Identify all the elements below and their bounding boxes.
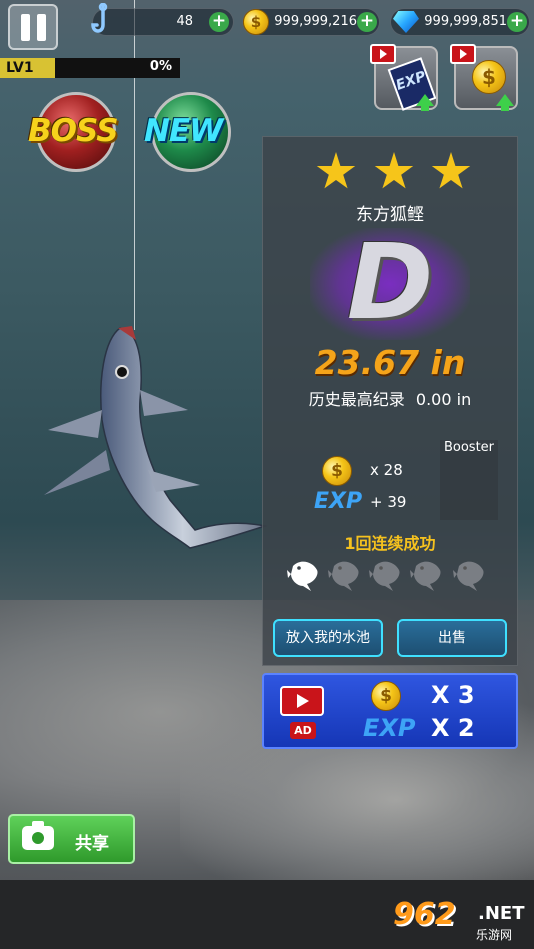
level-progress-bar: LV1 0% bbox=[0, 58, 180, 78]
coin-reward-value: x 28 bbox=[370, 461, 403, 479]
grade-letter: D bbox=[346, 221, 434, 343]
video-ad-icon bbox=[450, 44, 476, 64]
combo-streak-text: 1回连续成功 bbox=[344, 534, 436, 553]
gem-counter: 999,999,851 + bbox=[390, 8, 530, 36]
sell-button[interactable]: 出售 bbox=[397, 619, 507, 657]
record-line: 历史最高纪录 0.00 in bbox=[262, 386, 518, 410]
pause-button[interactable] bbox=[8, 4, 58, 50]
combo-fish-empty-icon bbox=[369, 561, 400, 591]
record-value: 0.00 in bbox=[415, 390, 472, 409]
ad-tag: AD bbox=[290, 722, 316, 739]
camera-icon bbox=[22, 821, 54, 850]
fishing-line bbox=[134, 0, 135, 330]
fishhook-icon bbox=[91, 3, 108, 33]
fish-size: 23.67 in bbox=[314, 343, 466, 382]
release-to-pond-button[interactable]: 放入我的水池 bbox=[273, 619, 383, 657]
booster-label: Booster bbox=[443, 440, 495, 455]
coin-reward-icon: $ bbox=[322, 456, 352, 486]
new-label: NEW bbox=[144, 113, 223, 149]
grade-display: D bbox=[262, 222, 518, 342]
combo-fish-success-icon bbox=[287, 561, 318, 591]
watermark-logo: 962 bbox=[393, 897, 456, 932]
combo-fish-empty-icon bbox=[453, 561, 484, 591]
exp-label: EXP bbox=[363, 714, 416, 742]
caught-fish-image bbox=[44, 326, 268, 549]
add-hooks-button[interactable]: + bbox=[209, 12, 229, 32]
coin-icon: $ bbox=[243, 9, 269, 35]
video-ad-icon bbox=[280, 686, 324, 716]
combo-fish-empty-icon bbox=[410, 561, 441, 591]
hooks-value: 48 bbox=[176, 14, 193, 29]
watermark-subtitle: 乐游网 bbox=[476, 928, 513, 942]
watermark-net: .NET bbox=[478, 903, 525, 924]
exp-reward-value: + 39 bbox=[370, 493, 407, 511]
add-gems-button[interactable]: + bbox=[507, 12, 527, 32]
video-ad-icon bbox=[370, 44, 396, 64]
up-arrow-icon bbox=[416, 94, 434, 111]
gem-icon bbox=[393, 11, 419, 33]
up-arrow-icon bbox=[496, 94, 514, 111]
level-label: LV1 bbox=[0, 58, 55, 78]
exp-multiplier: X 2 bbox=[431, 714, 475, 742]
record-label: 历史最高纪录 bbox=[308, 390, 405, 409]
gem-value: 999,999,851 bbox=[424, 14, 507, 29]
level-progress-text: 0% bbox=[149, 59, 172, 74]
coin-boost-ad-button[interactable]: $ bbox=[450, 44, 518, 111]
exp-reward-label: EXP bbox=[314, 489, 363, 514]
pause-icon bbox=[21, 14, 30, 41]
share-label: 共享 bbox=[75, 834, 109, 854]
coin-multiplier: X 3 bbox=[431, 681, 475, 709]
exp-boost-ad-button[interactable]: EXP bbox=[370, 44, 438, 111]
coin-icon: $ bbox=[371, 681, 401, 711]
coin-counter: $ 999,999,216 + bbox=[242, 8, 380, 36]
add-coins-button[interactable]: + bbox=[357, 12, 377, 32]
combo-fish-empty-icon bbox=[328, 561, 359, 591]
boss-label: BOSS bbox=[28, 113, 119, 149]
coin-icon: $ bbox=[472, 60, 506, 94]
coin-value: 999,999,216 bbox=[274, 14, 357, 29]
hooks-counter: 48 + bbox=[91, 3, 234, 36]
